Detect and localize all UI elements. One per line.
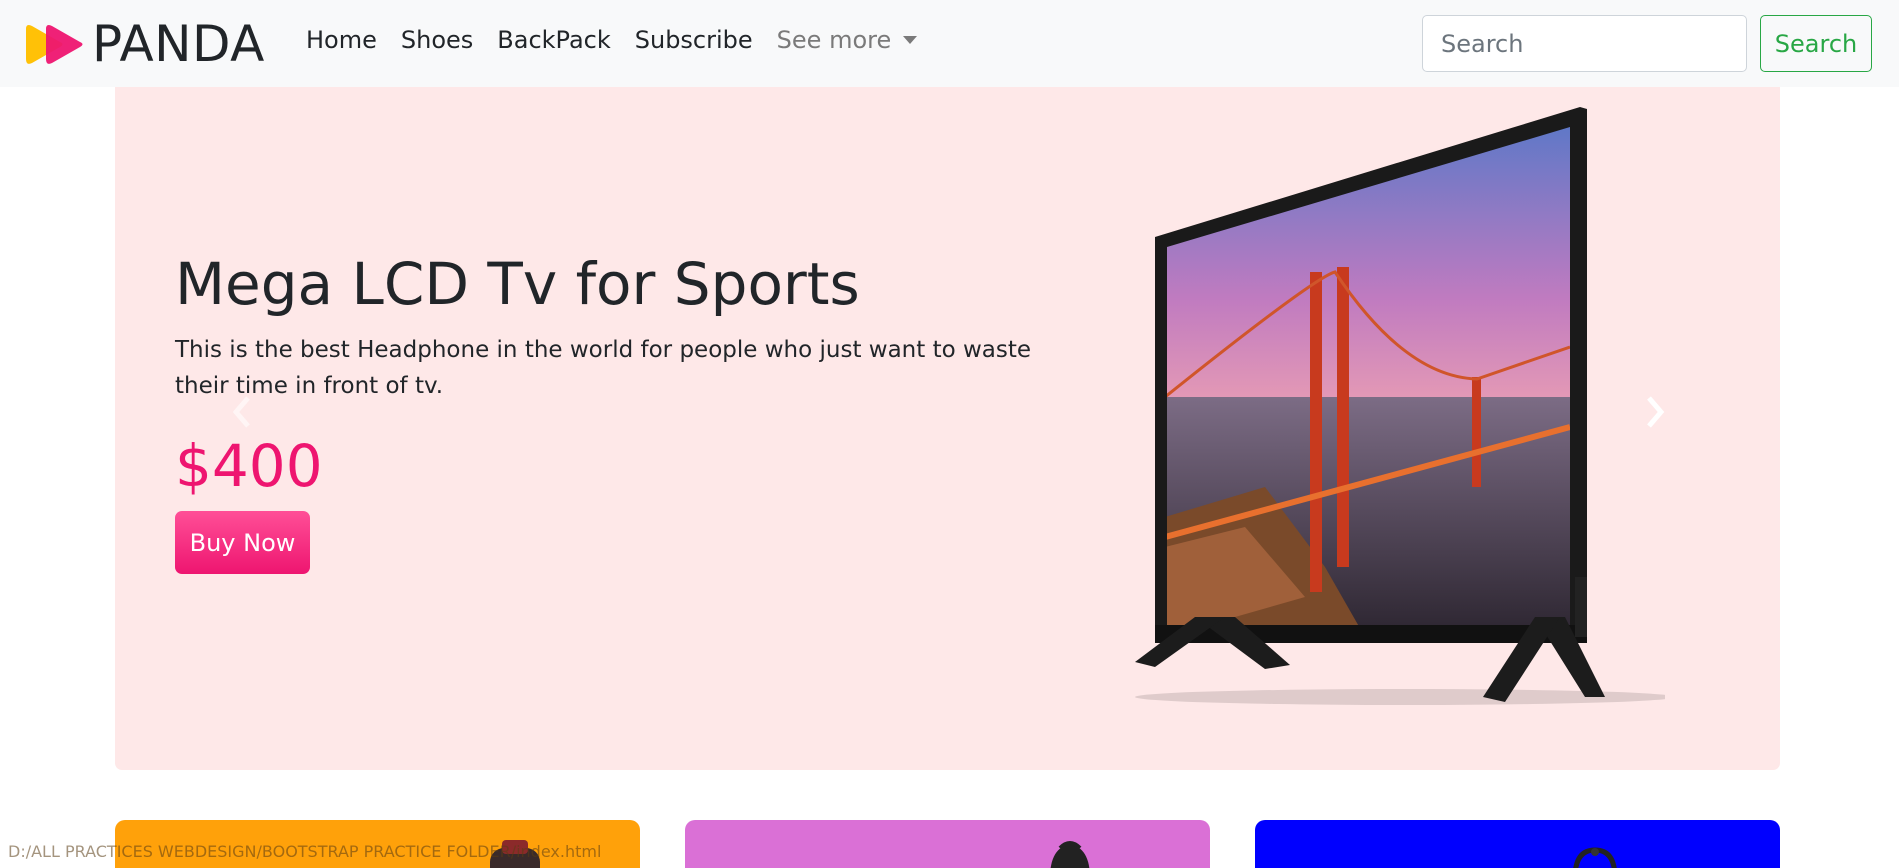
nav-link-subscribe[interactable]: Subscribe [635, 26, 753, 54]
backpack-icon [1050, 841, 1090, 868]
carousel-prev-button[interactable] [222, 387, 262, 437]
headphones-icon [1573, 847, 1617, 868]
chevron-left-icon [232, 396, 250, 428]
brand-name: PANDA [92, 15, 265, 73]
brand-logo[interactable]: PANDA [22, 15, 265, 73]
nav-link-shoes[interactable]: Shoes [401, 26, 473, 54]
see-more-label: See more [776, 26, 892, 54]
hero-title: Mega LCD Tv for Sports [175, 250, 860, 318]
buy-now-button[interactable]: Buy Now [175, 511, 310, 574]
nav-link-backpack[interactable]: BackPack [497, 26, 610, 54]
hero-description: This is the best Headphone in the world … [175, 337, 1032, 399]
tv-product-image [1135, 107, 1665, 705]
search-input[interactable] [1422, 15, 1747, 72]
nav-link-home[interactable]: Home [306, 26, 377, 54]
product-card-headphones[interactable] [1255, 820, 1780, 868]
browser-status-bar: D:/ALL PRACTICES WEBDESIGN/BOOTSTRAP PRA… [8, 842, 602, 861]
nav-menu: Home Shoes BackPack Subscribe See more [306, 26, 941, 54]
hero-carousel: Mega LCD Tv for Sports This is the best … [115, 87, 1780, 770]
product-card-backpack[interactable] [685, 820, 1210, 868]
hero-price: $400 [175, 432, 323, 500]
search-button[interactable]: Search [1760, 15, 1872, 72]
caret-down-icon [903, 36, 918, 44]
navbar: PANDA Home Shoes BackPack Subscribe See … [0, 0, 1899, 87]
panda-logo-icon [26, 25, 83, 64]
see-more-dropdown[interactable]: See more [777, 26, 918, 54]
